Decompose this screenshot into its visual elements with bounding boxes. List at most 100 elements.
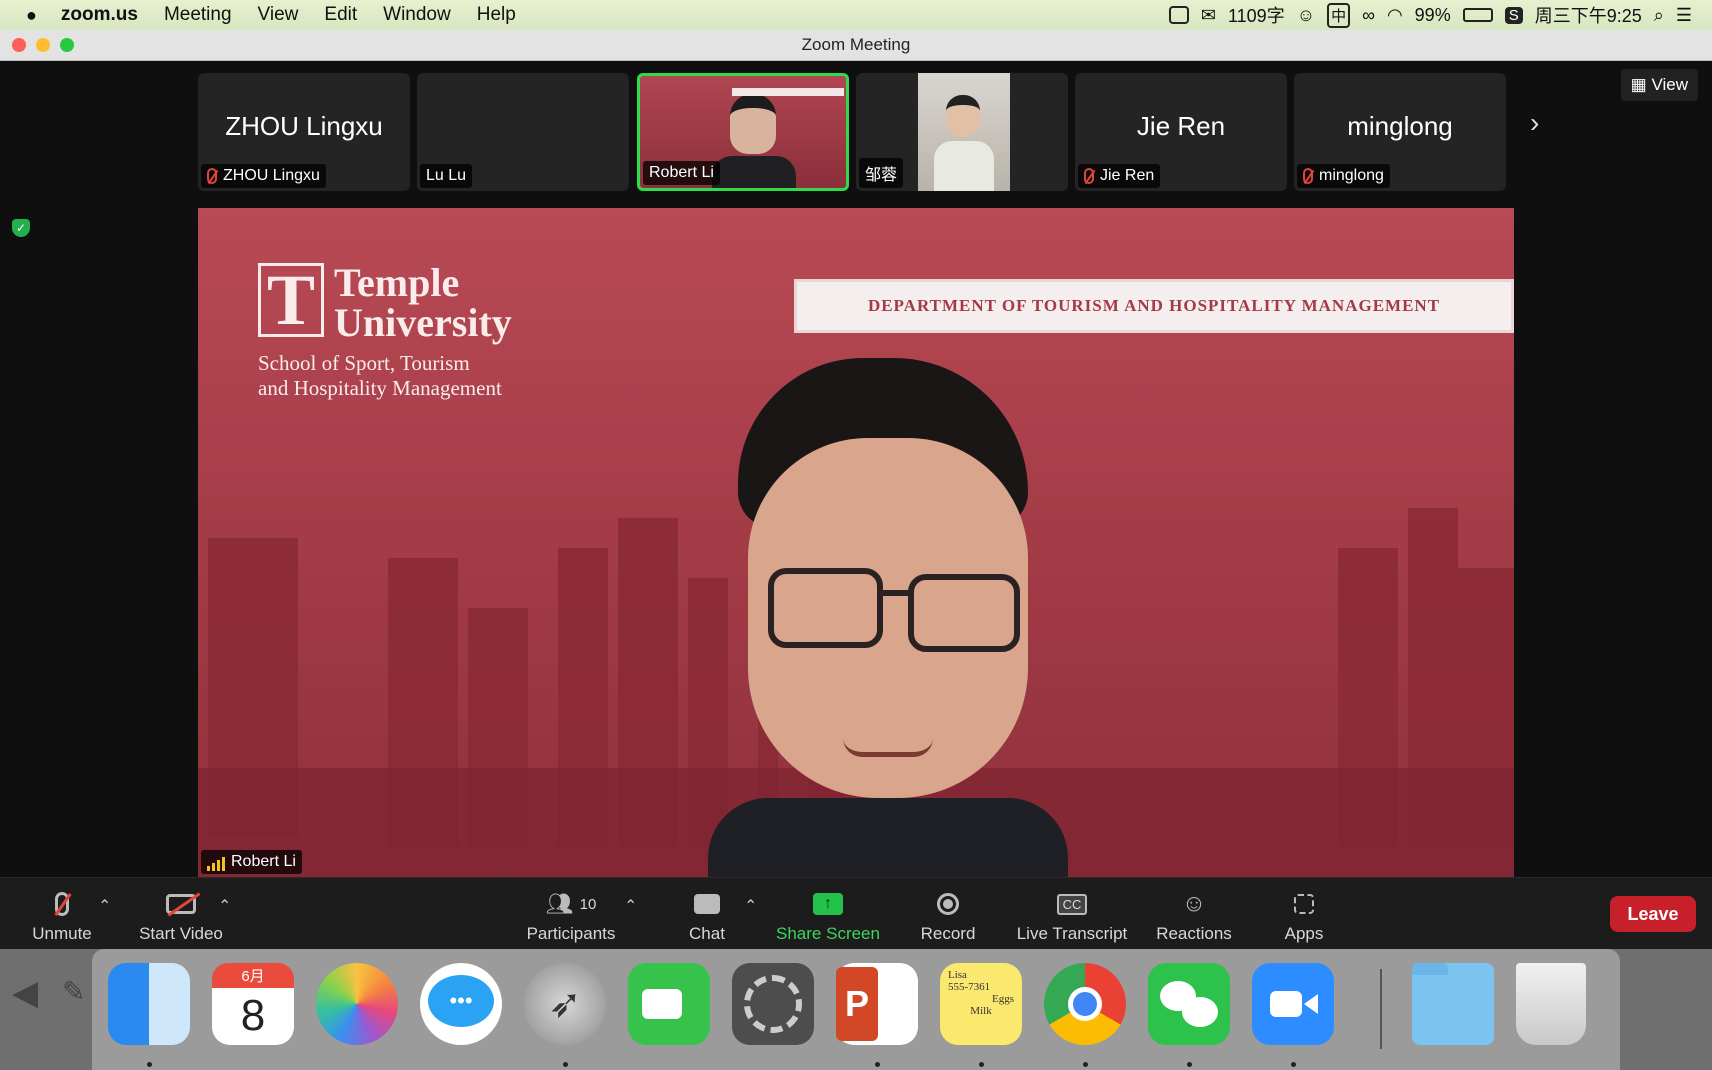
meeting-stage: ▦ View ✓ ZHOU Lingxu ZHOU Lingxu Lu Lu R… — [0, 61, 1712, 877]
messages-icon[interactable]: ••• — [420, 963, 502, 1045]
word-count[interactable]: 1109字 — [1228, 2, 1285, 28]
close-window-button[interactable] — [12, 38, 26, 52]
participant-name: Lu Lu — [426, 167, 467, 184]
apple-icon[interactable]: ● — [26, 5, 37, 26]
sticky-note-milk: Milk — [970, 1005, 992, 1017]
participant-tile-zhou[interactable]: ZHOU Lingxu ZHOU Lingxu — [198, 73, 410, 191]
reactions-button[interactable]: ☺ Reactions — [1154, 890, 1234, 944]
window-title: Zoom Meeting — [801, 35, 911, 54]
battery-icon[interactable] — [1462, 8, 1493, 22]
record-button[interactable]: Record — [916, 890, 980, 944]
running-indicator — [1291, 1062, 1296, 1067]
participant-tile-lulu[interactable]: Lu Lu — [417, 73, 629, 191]
sticky-note-lisa: Lisa — [948, 969, 967, 981]
signal-strength-icon — [207, 857, 225, 871]
finder-icon[interactable] — [108, 963, 190, 1045]
pencil-icon: ✎ — [62, 976, 86, 1007]
participant-tile-minglong[interactable]: minglong minglong — [1294, 73, 1506, 191]
zoom-icon[interactable] — [1252, 963, 1334, 1045]
participant-tile-zourong[interactable]: 邹蓉 — [856, 73, 1068, 191]
speaker-glasses — [758, 568, 1028, 652]
menu-help[interactable]: Help — [477, 4, 516, 26]
encryption-shield-icon[interactable]: ✓ — [12, 219, 30, 237]
creative-cloud-icon[interactable]: ∞ — [1362, 5, 1375, 26]
trash-icon[interactable] — [1516, 963, 1586, 1045]
minimize-window-button[interactable] — [36, 38, 50, 52]
share-screen-button[interactable]: ↑ Share Screen — [776, 890, 880, 944]
video-options-chevron-icon[interactable]: ⌃ — [218, 896, 231, 916]
clock[interactable]: 周三下午9:25 — [1535, 2, 1642, 28]
facetime-icon[interactable] — [628, 963, 710, 1045]
record-icon — [937, 893, 959, 915]
muted-mic-icon — [207, 168, 217, 184]
active-speaker-video[interactable]: T Temple University School of Sport, Tou… — [198, 208, 1514, 877]
speaker-thumb-face — [730, 94, 776, 154]
sogou-icon[interactable]: S — [1504, 6, 1523, 24]
menu-view[interactable]: View — [258, 4, 299, 26]
logo-university: University — [334, 300, 512, 345]
input-method[interactable]: 中 — [1327, 2, 1351, 28]
running-indicator — [1083, 1062, 1088, 1067]
menu-window[interactable]: Window — [383, 4, 451, 26]
logo-school-line1: School of Sport, Tourism — [258, 351, 470, 375]
calendar-month: 6月 — [212, 963, 294, 988]
running-indicator — [875, 1062, 880, 1067]
participants-button[interactable]: 👥︎ 10 Participants — [524, 890, 618, 944]
powerpoint-icon[interactable]: P — [836, 963, 918, 1045]
menu-app-name[interactable]: zoom.us — [61, 4, 138, 26]
running-indicator — [1187, 1062, 1192, 1067]
apps-button[interactable]: Apps — [1282, 890, 1326, 944]
chat-options-chevron-icon[interactable]: ⌃ — [744, 896, 757, 916]
participants-icon: 👥︎ — [545, 891, 574, 916]
department-banner: DEPARTMENT OF TOURISM AND HOSPITALITY MA… — [794, 279, 1514, 333]
speaker-shirt — [708, 798, 1068, 877]
system-preferences-icon[interactable] — [732, 963, 814, 1045]
chat-button[interactable]: Chat — [682, 890, 732, 944]
participants-options-chevron-icon[interactable]: ⌃ — [624, 896, 637, 916]
audio-options-chevron-icon[interactable]: ⌃ — [98, 896, 111, 916]
participant-name: 邹蓉 — [865, 167, 898, 184]
start-video-button[interactable]: Start Video — [136, 890, 226, 944]
calendar-icon[interactable]: 6月 8 — [212, 963, 294, 1045]
smiley-status-icon[interactable]: ☺ — [1297, 5, 1315, 26]
menu-meeting[interactable]: Meeting — [164, 4, 232, 26]
menu-bar: ● zoom.us Meeting View Edit Window Help … — [0, 0, 1712, 30]
window-titlebar: Zoom Meeting — [0, 30, 1712, 61]
wifi-icon[interactable]: ◠ — [1387, 5, 1403, 26]
unmute-button[interactable]: Unmute — [30, 890, 94, 944]
view-button[interactable]: ▦ View — [1620, 69, 1698, 101]
dock: 6月 8 ••• ➶ P Lisa 555-7361 Eggs Milk — [92, 949, 1620, 1070]
wechat-status-icon[interactable]: ✉ — [1201, 5, 1216, 26]
participant-name: Robert Li — [649, 164, 714, 181]
menu-edit[interactable]: Edit — [324, 4, 357, 26]
zoom-status-icon[interactable] — [1168, 6, 1189, 24]
chrome-icon[interactable] — [1044, 963, 1126, 1045]
participant-name: Robert Li — [231, 853, 296, 870]
zoom-window-button[interactable] — [60, 38, 74, 52]
speaker-thumb-body — [712, 156, 796, 188]
calendar-day: 8 — [240, 991, 266, 1040]
sticky-note-phone: 555-7361 — [948, 981, 991, 993]
control-center-icon[interactable]: ☰ — [1676, 5, 1692, 26]
downloads-folder-icon[interactable] — [1412, 963, 1494, 1045]
participant-name: Jie Ren — [1100, 167, 1155, 184]
wechat-icon[interactable] — [1148, 963, 1230, 1045]
participant-tile-robert[interactable]: Robert Li — [637, 73, 849, 191]
launchpad-icon[interactable]: ➶ — [524, 963, 606, 1045]
live-transcript-button[interactable]: CC Live Transcript — [1014, 890, 1130, 944]
stickies-icon[interactable]: Lisa 555-7361 Eggs Milk — [940, 963, 1022, 1045]
meeting-toolbar: Unmute ⌃ Start Video ⌃ 👥︎ 10 Participants… — [0, 877, 1712, 950]
speaker-figure — [708, 358, 1068, 877]
next-page-chevron-icon[interactable]: › — [1530, 107, 1539, 139]
sticky-note-eggs: Eggs — [992, 993, 1014, 1005]
spotlight-search-icon[interactable]: ⌕ — [1654, 5, 1664, 26]
leave-meeting-button[interactable]: Leave — [1610, 896, 1696, 932]
participant-tile-jieren[interactable]: Jie Ren Jie Ren — [1075, 73, 1287, 191]
participant-video — [918, 73, 1010, 191]
apps-icon — [1294, 894, 1314, 914]
photos-icon[interactable] — [316, 963, 398, 1045]
thumb-banner — [732, 88, 844, 96]
participant-face — [946, 95, 980, 137]
participants-count: 10 — [579, 895, 597, 913]
closed-caption-icon: CC — [1056, 893, 1088, 915]
